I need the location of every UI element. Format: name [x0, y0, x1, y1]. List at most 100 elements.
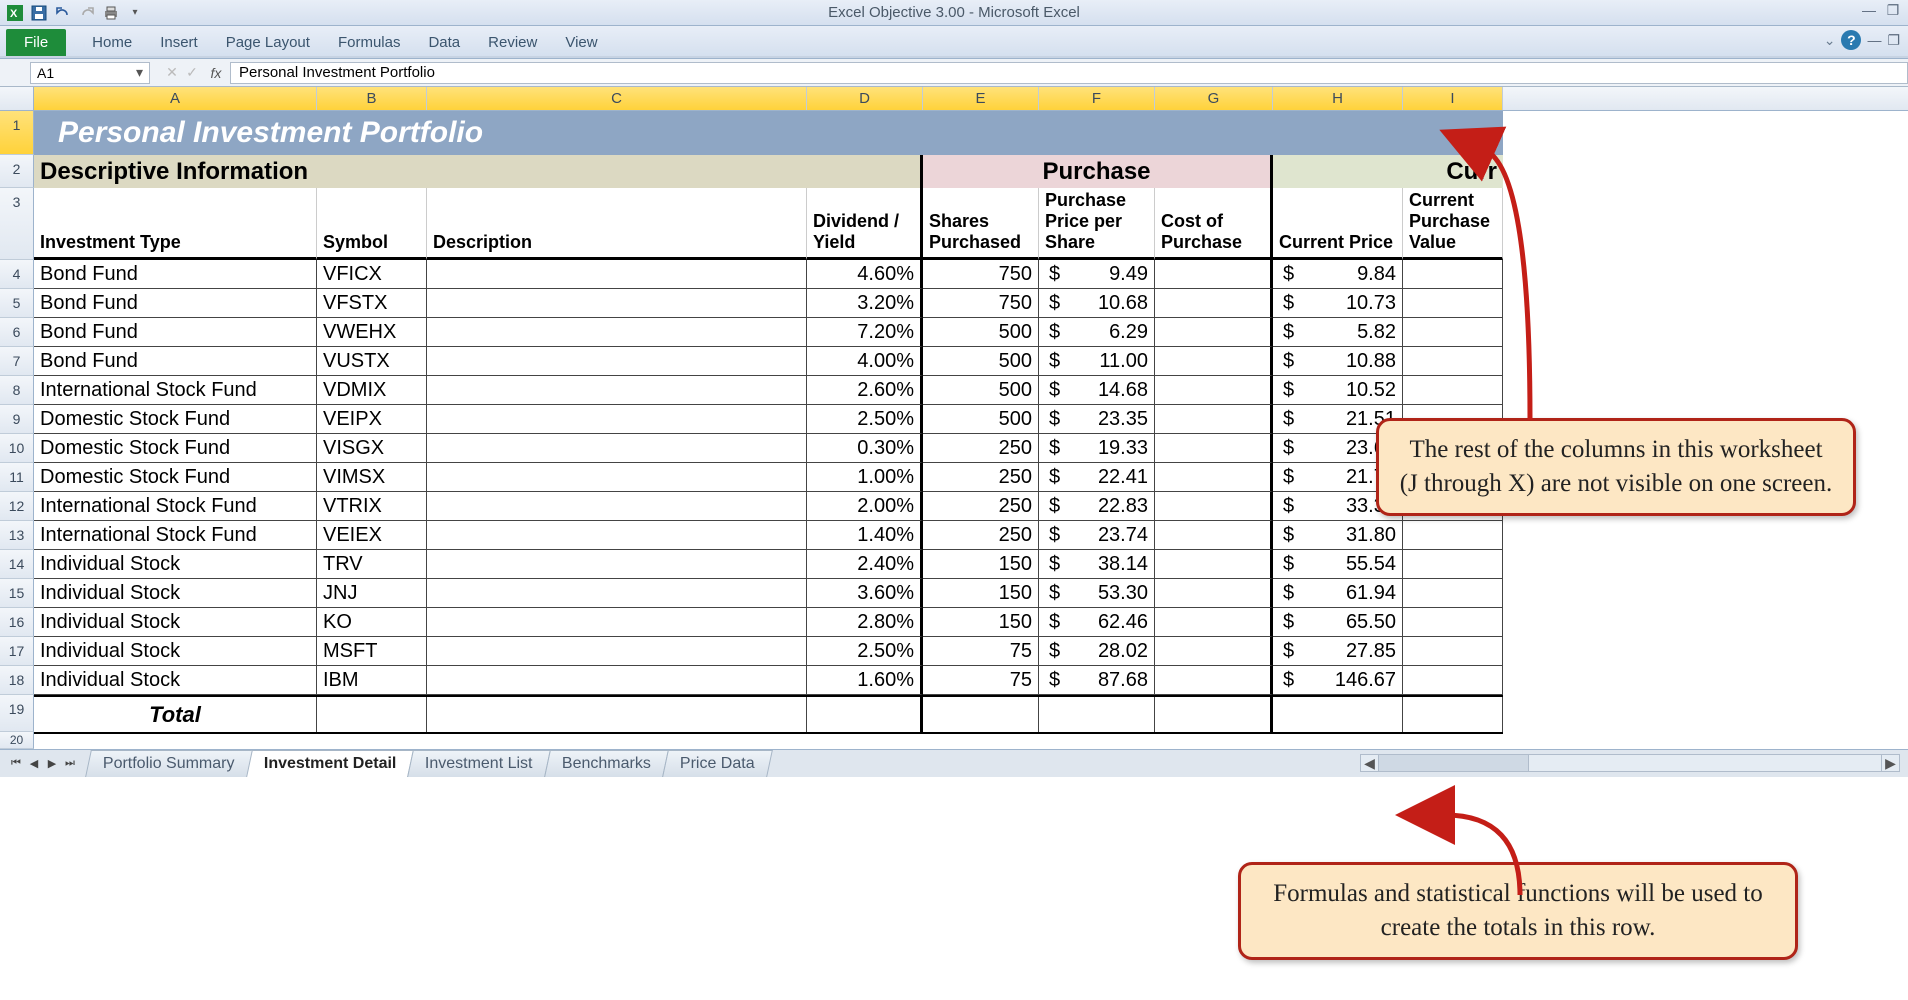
cell-symbol[interactable]: VIMSX: [317, 463, 427, 492]
ribbon-chevron-icon[interactable]: ⌄: [1824, 32, 1836, 49]
sheet-tab-portfolio-summary[interactable]: Portfolio Summary: [85, 750, 252, 777]
cell-dividend[interactable]: 1.00%: [807, 463, 923, 492]
cell-dividend[interactable]: 1.60%: [807, 666, 923, 695]
name-box-dropdown-icon[interactable]: ▾: [136, 64, 143, 81]
cell-dividend[interactable]: 4.00%: [807, 347, 923, 376]
row-header-10[interactable]: 10: [0, 434, 34, 463]
cell-description[interactable]: [427, 405, 807, 434]
sheet-tab-investment-detail[interactable]: Investment Detail: [246, 750, 414, 777]
row-header-3[interactable]: 3: [0, 188, 34, 260]
cell-type[interactable]: Domestic Stock Fund: [34, 405, 317, 434]
cell-dividend[interactable]: 3.60%: [807, 579, 923, 608]
cell-type[interactable]: International Stock Fund: [34, 376, 317, 405]
hdr-symbol[interactable]: Symbol: [317, 188, 427, 260]
file-tab[interactable]: File: [6, 29, 66, 56]
cell-shares[interactable]: 250: [923, 492, 1039, 521]
row-header-12[interactable]: 12: [0, 492, 34, 521]
row-header-14[interactable]: 14: [0, 550, 34, 579]
cell-shares[interactable]: 250: [923, 434, 1039, 463]
sheet-nav-first-icon[interactable]: ⏮: [8, 756, 24, 772]
cell-current-value[interactable]: [1403, 637, 1503, 666]
cell-cost[interactable]: [1155, 521, 1273, 550]
ribbon-tab-formulas[interactable]: Formulas: [324, 29, 415, 56]
cell-purchase-price[interactable]: $19.33: [1039, 434, 1155, 463]
cell-current-price[interactable]: $9.84: [1273, 260, 1403, 289]
cell-description[interactable]: [427, 492, 807, 521]
col-header-F[interactable]: F: [1039, 87, 1155, 110]
total-d[interactable]: [807, 697, 923, 734]
cell-current-price[interactable]: $10.52: [1273, 376, 1403, 405]
cell-symbol[interactable]: VEIPX: [317, 405, 427, 434]
sheet-nav-last-icon[interactable]: ⏭: [62, 756, 78, 772]
cell-type[interactable]: Bond Fund: [34, 289, 317, 318]
row-header-11[interactable]: 11: [0, 463, 34, 492]
col-header-B[interactable]: B: [317, 87, 427, 110]
total-b[interactable]: [317, 697, 427, 734]
cell-cost[interactable]: [1155, 318, 1273, 347]
cell-symbol[interactable]: MSFT: [317, 637, 427, 666]
cell-dividend[interactable]: 2.60%: [807, 376, 923, 405]
cell-type[interactable]: Domestic Stock Fund: [34, 463, 317, 492]
cell-purchase-price[interactable]: $23.74: [1039, 521, 1155, 550]
cell-symbol[interactable]: VISGX: [317, 434, 427, 463]
cell-dividend[interactable]: 0.30%: [807, 434, 923, 463]
row-header-4[interactable]: 4: [0, 260, 34, 289]
cell-shares[interactable]: 500: [923, 347, 1039, 376]
cell-dividend[interactable]: 1.40%: [807, 521, 923, 550]
cell-description[interactable]: [427, 260, 807, 289]
cell-type[interactable]: Individual Stock: [34, 579, 317, 608]
cell-current-price[interactable]: $10.73: [1273, 289, 1403, 318]
cell-description[interactable]: [427, 637, 807, 666]
cell-cost[interactable]: [1155, 608, 1273, 637]
cell-symbol[interactable]: VFICX: [317, 260, 427, 289]
row-header-8[interactable]: 8: [0, 376, 34, 405]
col-header-D[interactable]: D: [807, 87, 923, 110]
cell-purchase-price[interactable]: $14.68: [1039, 376, 1155, 405]
sheet-nav-next-icon[interactable]: ▶: [44, 756, 60, 772]
cell-purchase-price[interactable]: $22.41: [1039, 463, 1155, 492]
cell-shares[interactable]: 500: [923, 376, 1039, 405]
cell-description[interactable]: [427, 550, 807, 579]
cell-description[interactable]: [427, 521, 807, 550]
section-current[interactable]: Curr: [1273, 155, 1503, 188]
col-header-H[interactable]: H: [1273, 87, 1403, 110]
cell-description[interactable]: [427, 666, 807, 695]
cell-current-price[interactable]: $61.94: [1273, 579, 1403, 608]
cell-symbol[interactable]: VUSTX: [317, 347, 427, 376]
sheet-tab-benchmarks[interactable]: Benchmarks: [544, 750, 669, 777]
cell-current-value[interactable]: [1403, 608, 1503, 637]
cell-current-price[interactable]: $27.85: [1273, 637, 1403, 666]
scroll-thumb[interactable]: [1379, 755, 1529, 771]
ribbon-tab-view[interactable]: View: [551, 29, 611, 56]
col-header-E[interactable]: E: [923, 87, 1039, 110]
ribbon-tab-data[interactable]: Data: [414, 29, 474, 56]
hdr-description[interactable]: Description: [427, 188, 807, 260]
cell-symbol[interactable]: VDMIX: [317, 376, 427, 405]
cell-type[interactable]: Individual Stock: [34, 666, 317, 695]
cell-shares[interactable]: 500: [923, 318, 1039, 347]
row-header-13[interactable]: 13: [0, 521, 34, 550]
row-header-19[interactable]: 19: [0, 695, 34, 732]
cell-cost[interactable]: [1155, 492, 1273, 521]
cell-cost[interactable]: [1155, 579, 1273, 608]
total-g[interactable]: [1155, 697, 1273, 734]
hdr-cost[interactable]: Cost of Purchase: [1155, 188, 1273, 260]
section-descriptive[interactable]: Descriptive Information: [34, 155, 923, 188]
cell-cost[interactable]: [1155, 260, 1273, 289]
ribbon-tab-home[interactable]: Home: [78, 29, 146, 56]
redo-icon[interactable]: [76, 3, 98, 23]
cell-purchase-price[interactable]: $53.30: [1039, 579, 1155, 608]
cell-type[interactable]: Bond Fund: [34, 318, 317, 347]
cell-purchase-price[interactable]: $9.49: [1039, 260, 1155, 289]
cell-current-price[interactable]: $55.54: [1273, 550, 1403, 579]
cell-shares[interactable]: 250: [923, 521, 1039, 550]
select-all-corner[interactable]: [0, 87, 34, 110]
cell-type[interactable]: International Stock Fund: [34, 521, 317, 550]
row-header-5[interactable]: 5: [0, 289, 34, 318]
total-c[interactable]: [427, 697, 807, 734]
cell-dividend[interactable]: 4.60%: [807, 260, 923, 289]
ribbon-tab-insert[interactable]: Insert: [146, 29, 212, 56]
sheet-nav-prev-icon[interactable]: ◀: [26, 756, 42, 772]
cell-shares[interactable]: 750: [923, 289, 1039, 318]
cell-dividend[interactable]: 2.50%: [807, 405, 923, 434]
